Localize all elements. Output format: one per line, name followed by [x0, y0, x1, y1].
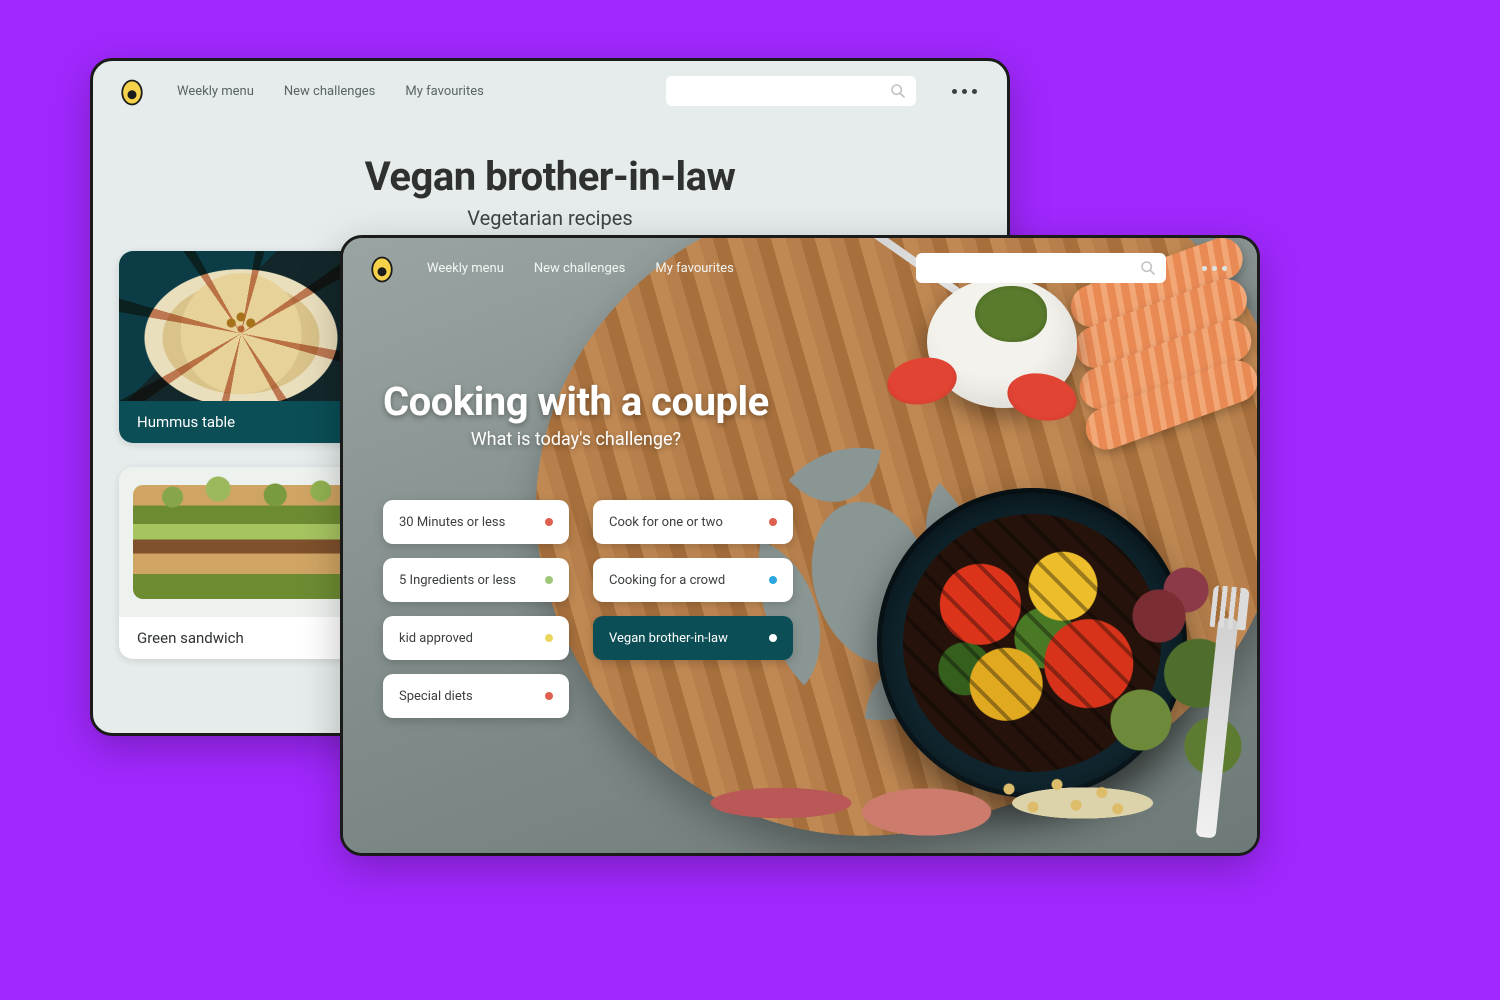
hero-heading: Cooking with a couple What is today's ch…	[383, 378, 769, 450]
chip-dot-icon	[545, 634, 553, 642]
search-icon	[1140, 260, 1156, 276]
chip-dot-icon	[545, 692, 553, 700]
chip-special-diets[interactable]: Special diets	[383, 674, 569, 718]
nav-weekly-menu[interactable]: Weekly menu	[427, 261, 504, 276]
window-challenges: Weekly menu New challenges My favourites…	[340, 235, 1260, 856]
chip-30-minutes[interactable]: 30 Minutes or less	[383, 500, 569, 544]
page-title: Vegan brother-in-law	[93, 153, 1007, 200]
chip-label: kid approved	[399, 631, 473, 646]
logo-avocado-icon	[367, 253, 397, 283]
chip-dot-icon	[545, 576, 553, 584]
more-menu[interactable]	[1196, 260, 1233, 277]
chip-dot-icon	[769, 576, 777, 584]
recipe-card-list: Hummus table Green sandwich	[119, 251, 363, 659]
recipe-card-green-sandwich[interactable]: Green sandwich	[119, 467, 363, 659]
recipe-image	[119, 251, 363, 401]
nav: Weekly menu New challenges My favourites	[427, 261, 734, 276]
recipe-caption: Hummus table	[119, 401, 363, 443]
decor-charcuterie	[677, 713, 1197, 856]
recipe-image	[119, 467, 363, 617]
chip-label: 30 Minutes or less	[399, 515, 505, 530]
nav-new-challenges[interactable]: New challenges	[284, 84, 376, 99]
more-menu[interactable]	[946, 83, 983, 100]
chip-label: Special diets	[399, 689, 473, 704]
chip-cooking-crowd[interactable]: Cooking for a crowd	[593, 558, 793, 602]
challenge-chip-grid: 30 Minutes or less Cook for one or two 5…	[383, 500, 793, 718]
chip-dot-icon	[545, 518, 553, 526]
nav-my-favourites[interactable]: My favourites	[405, 84, 483, 99]
search-input[interactable]	[666, 76, 916, 106]
chip-label: Cooking for a crowd	[609, 573, 725, 588]
chip-label: Cook for one or two	[609, 515, 723, 530]
page-subtitle: Vegetarian recipes	[93, 206, 1007, 230]
header: Weekly menu New challenges My favourites	[343, 238, 1257, 298]
chip-5-ingredients[interactable]: 5 Ingredients or less	[383, 558, 569, 602]
nav-weekly-menu[interactable]: Weekly menu	[177, 84, 254, 99]
chip-cook-for-one[interactable]: Cook for one or two	[593, 500, 793, 544]
chip-vegan-brother-in-law[interactable]: Vegan brother-in-law	[593, 616, 793, 660]
nav: Weekly menu New challenges My favourites	[177, 84, 484, 99]
search-icon	[890, 83, 906, 99]
recipe-card-hummus[interactable]: Hummus table	[119, 251, 363, 443]
hero-subtitle: What is today's challenge?	[383, 429, 769, 450]
recipe-caption: Green sandwich	[119, 617, 363, 659]
hero-title: Cooking with a couple	[383, 378, 769, 425]
search-input[interactable]	[916, 253, 1166, 283]
header: Weekly menu New challenges My favourites	[93, 61, 1007, 121]
nav-new-challenges[interactable]: New challenges	[534, 261, 626, 276]
chip-label: 5 Ingredients or less	[399, 573, 516, 588]
chip-dot-icon	[769, 634, 777, 642]
chip-dot-icon	[769, 518, 777, 526]
logo-avocado-icon	[117, 76, 147, 106]
chip-kid-approved[interactable]: kid approved	[383, 616, 569, 660]
page-heading: Vegan brother-in-law Vegetarian recipes	[93, 153, 1007, 230]
nav-my-favourites[interactable]: My favourites	[655, 261, 733, 276]
chip-label: Vegan brother-in-law	[609, 631, 728, 646]
